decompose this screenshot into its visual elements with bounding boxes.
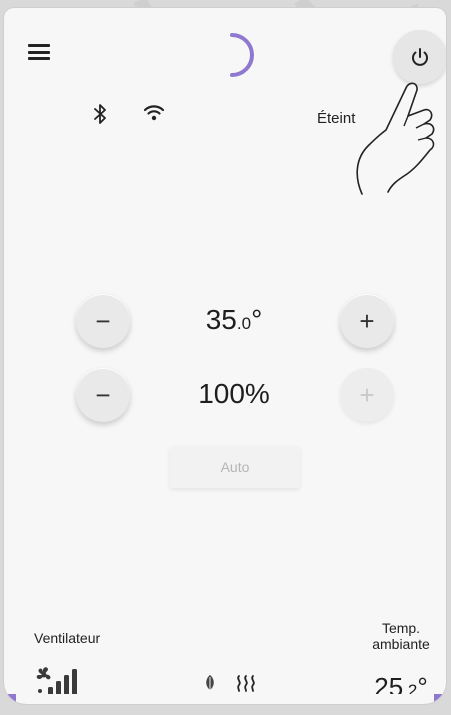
target-temperature: 35.0° <box>205 304 263 335</box>
minus-icon: − <box>95 380 111 410</box>
humidity-decrease-button[interactable]: − <box>76 368 130 422</box>
heat-waves-icon[interactable] <box>235 674 257 692</box>
menu-button[interactable] <box>28 44 50 60</box>
app-screen: Éteint − 35.0° + − 100% + Auto Ventilate… <box>4 8 446 704</box>
spinner-icon <box>230 33 254 77</box>
bottom-accent-cover <box>16 694 434 704</box>
wifi-icon <box>143 105 165 121</box>
ambient-temperature-label: Temp. ambiante <box>372 620 430 652</box>
plus-icon: + <box>359 380 375 410</box>
plus-icon: + <box>359 306 375 336</box>
humidity-increase-button[interactable]: + <box>340 368 394 422</box>
temperature-decrease-button[interactable]: − <box>76 294 130 348</box>
fan-label: Ventilateur <box>34 630 101 646</box>
minus-icon: − <box>95 306 111 336</box>
hand-pointer-icon <box>356 82 435 195</box>
humidity-value: 100% <box>198 378 270 409</box>
auto-button[interactable]: Auto <box>170 446 300 488</box>
bluetooth-icon <box>94 104 106 124</box>
leaf-icon[interactable] <box>204 674 216 692</box>
temperature-increase-button[interactable]: + <box>340 294 394 348</box>
power-icon <box>412 48 428 66</box>
